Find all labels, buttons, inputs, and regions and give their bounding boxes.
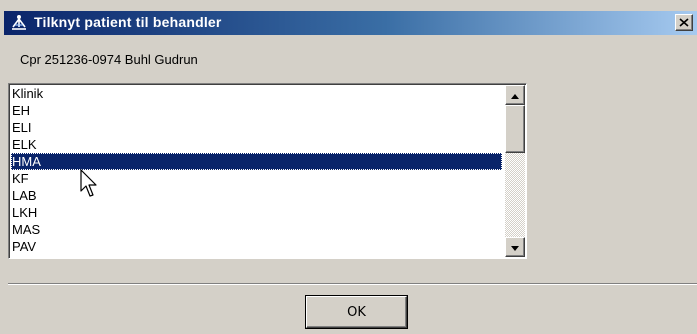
list-item[interactable]: EH (11, 102, 502, 119)
app-logo-icon (10, 14, 28, 32)
scroll-down-button[interactable] (505, 237, 525, 257)
close-button[interactable] (675, 14, 693, 31)
list-item[interactable]: ELK (11, 136, 502, 153)
list-item[interactable]: PAV (11, 238, 502, 255)
behandler-listbox[interactable]: Klinik EH ELI ELK HMA KF LAB LKH MAS PAV (8, 83, 527, 259)
list-item[interactable]: LAB (11, 187, 502, 204)
list-item[interactable]: MAS (11, 221, 502, 238)
scroll-down-arrow-icon (511, 238, 519, 256)
scroll-up-arrow-icon (511, 86, 519, 104)
scroll-up-button[interactable] (505, 85, 525, 105)
window-title: Tilknyt patient til behandler (34, 14, 222, 30)
list-item[interactable]: LKH (11, 204, 502, 221)
footer-divider (8, 283, 697, 285)
title-bar[interactable]: Tilknyt patient til behandler (4, 11, 697, 35)
close-icon (679, 14, 689, 32)
listbox-items: Klinik EH ELI ELK HMA KF LAB LKH MAS PAV (11, 85, 502, 257)
patient-cpr-label: Cpr 251236-0974 Buhl Gudrun (20, 52, 198, 67)
list-item[interactable]: HMA (11, 153, 502, 170)
list-item[interactable]: Klinik (11, 85, 502, 102)
listbox-scrollbar[interactable] (505, 85, 525, 257)
ok-button[interactable]: OK (306, 296, 407, 328)
dialog-window: Tilknyt patient til behandler Cpr 251236… (0, 0, 697, 334)
list-item[interactable]: KF (11, 170, 502, 187)
scroll-thumb[interactable] (505, 105, 525, 153)
list-item[interactable]: ELI (11, 119, 502, 136)
